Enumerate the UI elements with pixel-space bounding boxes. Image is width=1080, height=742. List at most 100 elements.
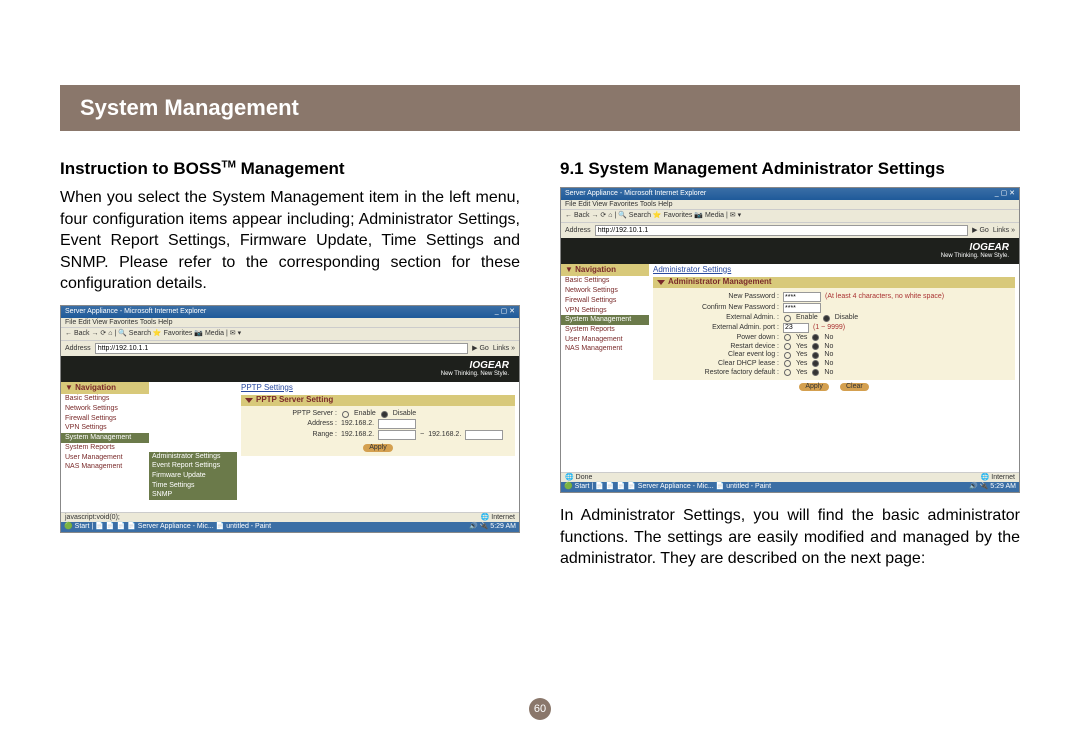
sidebar-item[interactable]: System Management [561, 315, 649, 325]
label: Clear event log : [659, 351, 779, 359]
label: New Password : [659, 293, 779, 301]
radio-option[interactable] [784, 343, 791, 350]
label: External Admin. : [659, 314, 779, 322]
panel-title: PPTP Server Setting [241, 395, 515, 406]
window-title: Server Appliance - Microsoft Internet Ex… [65, 308, 206, 316]
submenu-item[interactable]: Event Report Settings [149, 461, 237, 471]
radio-option[interactable] [812, 369, 819, 376]
nav-sidebar: ▼ Navigation Basic SettingsNetwork Setti… [561, 264, 649, 472]
breadcrumb[interactable]: PPTP Settings [241, 384, 515, 393]
brand-name: IOGEAR [470, 360, 509, 371]
window-controls[interactable]: _ ▢ ✕ [495, 308, 515, 316]
hint-text: (1 ~ 9999) [813, 324, 845, 332]
submenu-item[interactable]: Administrator Settings [149, 452, 237, 462]
sidebar-item[interactable]: System Management [61, 433, 149, 443]
right-column: 9.1 System Management Administrator Sett… [560, 159, 1020, 580]
submenu-item[interactable]: Time Settings [149, 481, 237, 491]
text-input[interactable] [783, 323, 809, 333]
clear-button[interactable]: Clear [840, 383, 869, 391]
menubar[interactable]: File Edit View Favorites Tools Help [561, 200, 1019, 210]
radio-enable[interactable] [342, 411, 349, 418]
address-input[interactable] [95, 343, 468, 354]
section-header: System Management [60, 85, 1020, 131]
title-part-b: Management [236, 159, 345, 178]
go-button[interactable]: ▶ Go [472, 345, 489, 353]
label: Restart device : [659, 343, 779, 351]
sidebar-item[interactable]: Network Settings [561, 286, 649, 296]
form-row: Power down :YesNo [659, 334, 1009, 342]
submenu-item[interactable]: SNMP [149, 490, 237, 500]
trademark: TM [222, 159, 236, 170]
left-section-title: Instruction to BOSSTM Management [60, 159, 520, 179]
row-pptp-server: PPTP Server : Enable Disable [247, 410, 509, 418]
radio-option[interactable] [784, 352, 791, 359]
radio-option[interactable] [784, 334, 791, 341]
nav-list: Basic SettingsNetwork SettingsFirewall S… [61, 394, 149, 472]
password-input[interactable] [783, 303, 821, 313]
label: Clear DHCP lease : [659, 360, 779, 368]
toolbar[interactable]: ← Back → ⟳ ⌂ | 🔍 Search ⭐ Favorites 📷 Me… [61, 327, 519, 340]
taskbar-left[interactable]: 🟢 Start | 📄 📄 📄 📄 Server Appliance - Mic… [64, 523, 271, 531]
label: External Admin. port : [659, 324, 779, 332]
form-row: External Admin. port : (1 ~ 9999) [659, 323, 1009, 333]
radio-option[interactable] [784, 360, 791, 367]
breadcrumb[interactable]: Administrator Settings [653, 266, 1015, 275]
app-content: ▼ Navigation Basic SettingsNetwork Setti… [561, 264, 1019, 472]
addr-input[interactable] [378, 419, 416, 429]
sidebar-item[interactable]: VPN Settings [61, 423, 149, 433]
go-button[interactable]: ▶ Go [972, 227, 989, 235]
left-body-text: When you select the System Management it… [60, 187, 520, 295]
left-column: Instruction to BOSSTM Management When yo… [60, 159, 520, 580]
sidebar-item[interactable]: NAS Management [561, 344, 649, 354]
radio-option[interactable] [784, 369, 791, 376]
range-a[interactable] [378, 430, 416, 440]
sidebar-item[interactable]: VPN Settings [561, 306, 649, 316]
taskbar: 🟢 Start | 📄 📄 📄 📄 Server Appliance - Mic… [561, 482, 1019, 492]
form-row: Restart device :YesNo [659, 343, 1009, 351]
sidebar-item[interactable]: Firewall Settings [61, 414, 149, 424]
form-row: Restore factory default :YesNo [659, 369, 1009, 377]
panel-body: PPTP Server : Enable Disable Address : 1… [241, 406, 515, 456]
right-body-text: In Administrator Settings, you will find… [560, 505, 1020, 570]
sidebar-item[interactable]: Basic Settings [561, 276, 649, 286]
radio-option[interactable] [812, 343, 819, 350]
window-title: Server Appliance - Microsoft Internet Ex… [565, 190, 706, 198]
sidebar-item[interactable]: Network Settings [61, 404, 149, 414]
nav-header: ▼ Navigation [561, 264, 649, 277]
links-label: Links » [493, 345, 515, 353]
brand-banner: IOGEAR New Thinking. New Style. [561, 238, 1019, 264]
sidebar-item[interactable]: System Reports [561, 325, 649, 335]
radio-option[interactable] [812, 360, 819, 367]
sidebar-item[interactable]: Firewall Settings [561, 296, 649, 306]
submenu: Administrator SettingsEvent Report Setti… [149, 452, 237, 500]
brand-tagline: New Thinking. New Style. [571, 253, 1009, 260]
taskbar-left[interactable]: 🟢 Start | 📄 📄 📄 📄 Server Appliance - Mic… [564, 483, 771, 491]
window-titlebar: Server Appliance - Microsoft Internet Ex… [61, 306, 519, 318]
sidebar-item[interactable]: User Management [561, 335, 649, 345]
apply-button[interactable]: Apply [363, 444, 393, 452]
two-column-layout: Instruction to BOSSTM Management When yo… [60, 159, 1020, 580]
sidebar-item[interactable]: Basic Settings [61, 394, 149, 404]
sidebar-item[interactable]: NAS Management [61, 462, 149, 472]
apply-button[interactable]: Apply [799, 383, 829, 391]
radio-option[interactable] [812, 352, 819, 359]
title-part-a: Instruction to BOSS [60, 159, 222, 178]
submenu-item[interactable]: Firmware Update [149, 471, 237, 481]
toolbar[interactable]: ← Back → ⟳ ⌂ | 🔍 Search ⭐ Favorites 📷 Me… [561, 209, 1019, 222]
main-panel: Administrator Settings Administrator Man… [649, 264, 1019, 472]
window-controls[interactable]: _ ▢ ✕ [995, 190, 1015, 198]
radio-disable[interactable] [381, 411, 388, 418]
range-b[interactable] [465, 430, 503, 440]
menubar[interactable]: File Edit View Favorites Tools Help [61, 318, 519, 328]
label: Range : [247, 431, 337, 439]
sidebar-item[interactable]: User Management [61, 453, 149, 463]
password-input[interactable] [783, 292, 821, 302]
document-page: System Management Instruction to BOSSTM … [0, 0, 1080, 742]
radio-option[interactable] [823, 315, 830, 322]
status-bar: 🌐 Done 🌐 Internet [561, 472, 1019, 483]
address-input[interactable] [595, 225, 968, 236]
links-label: Links » [993, 227, 1015, 235]
radio-option[interactable] [812, 334, 819, 341]
radio-option[interactable] [784, 315, 791, 322]
sidebar-item[interactable]: System Reports [61, 443, 149, 453]
